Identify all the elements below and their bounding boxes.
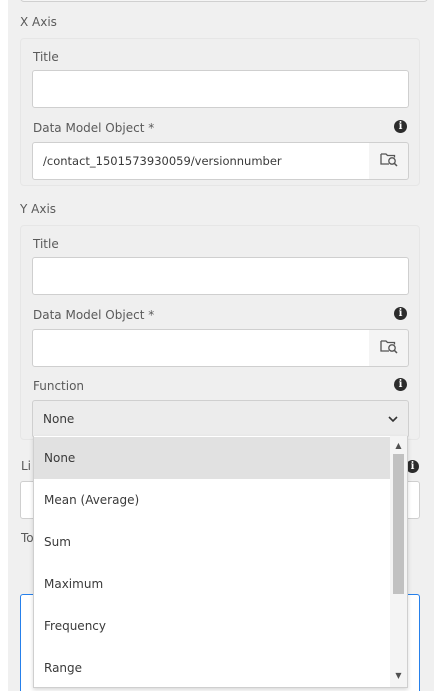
function-option-range[interactable]: Range	[34, 647, 392, 687]
function-option-sum[interactable]: Sum	[34, 521, 392, 563]
folder-search-icon	[379, 151, 398, 171]
scroll-up-arrow-icon[interactable]: ▲	[390, 438, 407, 452]
x-axis-group: Title Data Model Object * i	[20, 38, 420, 186]
y-axis-title-input[interactable]	[32, 257, 409, 295]
x-axis-heading: X Axis	[20, 15, 57, 29]
x-axis-dmo-label: Data Model Object *	[33, 121, 155, 135]
y-axis-group: Title Data Model Object * i Function i N…	[20, 225, 420, 440]
chevron-down-icon	[388, 412, 398, 426]
y-axis-heading: Y Axis	[20, 202, 57, 216]
y-axis-dmo-input[interactable]	[32, 329, 370, 367]
y-axis-title-label: Title	[33, 237, 59, 251]
function-option-frequency[interactable]: Frequency	[34, 605, 392, 647]
y-axis-browse-button[interactable]	[369, 329, 409, 367]
function-select[interactable]: None	[32, 400, 409, 438]
folder-search-icon	[379, 338, 398, 358]
function-option-maximum[interactable]: Maximum	[34, 563, 392, 605]
scroll-down-arrow-icon[interactable]: ▼	[390, 668, 407, 682]
function-dropdown-list: None Mean (Average) Sum Maximum Frequenc…	[33, 436, 408, 688]
function-label: Function	[33, 379, 85, 393]
x-axis-dmo-input[interactable]	[32, 142, 370, 180]
info-icon[interactable]: i	[394, 378, 407, 391]
previous-section-edge	[20, 0, 428, 2]
dropdown-scrollbar[interactable]: ▲ ▼	[390, 436, 407, 687]
x-axis-browse-button[interactable]	[369, 142, 409, 180]
obscured-field-label-2: To	[21, 531, 34, 545]
function-option-none[interactable]: None	[34, 437, 392, 479]
obscured-field-label-1: Li	[21, 459, 32, 473]
function-select-value: None	[43, 412, 75, 426]
x-axis-title-label: Title	[33, 50, 59, 64]
scrollbar-thumb[interactable]	[393, 454, 404, 594]
function-option-mean[interactable]: Mean (Average)	[34, 479, 392, 521]
info-icon[interactable]: i	[394, 120, 407, 133]
y-axis-dmo-label: Data Model Object *	[33, 308, 155, 322]
info-icon[interactable]: i	[394, 307, 407, 320]
x-axis-title-input[interactable]	[32, 70, 409, 108]
